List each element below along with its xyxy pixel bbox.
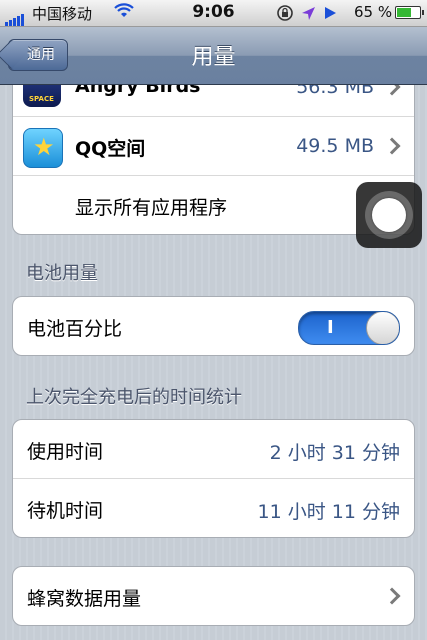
battery-section-header: 电池用量	[26, 263, 98, 284]
assistive-touch-icon	[372, 198, 406, 232]
charge-section-header: 上次完全充电后的时间统计	[26, 387, 242, 408]
usage-time-row: 使用时间 2 小时 31 分钟	[13, 420, 414, 479]
qq-zone-app-icon: ★	[23, 128, 63, 168]
status-bar: 中国移动 9:06 65 %	[0, 0, 427, 27]
angry-birds-app-icon: SPACE	[23, 85, 61, 107]
page-title: 用量	[191, 45, 236, 70]
battery-percentage-label: 电池百分比	[27, 318, 123, 340]
standby-time-row: 待机时间 11 小时 11 分钟	[13, 479, 414, 537]
usage-time-group: 使用时间 2 小时 31 分钟 待机时间 11 小时 11 分钟	[12, 419, 415, 538]
navigation-bar: 通用 用量	[0, 27, 427, 85]
standby-time-label: 待机时间	[27, 500, 104, 522]
cellular-data-usage-row[interactable]: 蜂窝数据用量	[13, 567, 414, 625]
toggle-on-indicator: I	[327, 317, 334, 338]
battery-percent: 65 %	[354, 3, 393, 21]
rotation-lock-icon	[276, 5, 299, 26]
battery-percentage-row: 电池百分比 I	[13, 297, 414, 355]
list-item-app[interactable]: ★ QQ空间 49.5 MB	[13, 117, 414, 176]
assistive-touch-ring	[365, 191, 413, 239]
location-icon	[299, 7, 322, 26]
battery-icon	[395, 6, 424, 19]
chevron-right-icon	[383, 85, 401, 96]
play-icon	[322, 7, 338, 26]
chevron-right-icon	[383, 137, 401, 155]
app-name: QQ空间	[75, 138, 146, 160]
cellular-group: 蜂窝数据用量	[12, 566, 415, 626]
apps-group: SPACE Angry Birds 56.3 MB ★ QQ空间 49.5 MB…	[12, 85, 415, 235]
app-name: Angry Birds	[75, 85, 201, 97]
battery-group: 电池百分比 I	[12, 296, 415, 356]
battery-percentage-toggle[interactable]: I	[298, 311, 400, 345]
toggle-knob[interactable]	[366, 312, 399, 344]
usage-time-value: 2 小时 31 分钟	[269, 442, 400, 464]
show-all-apps-row[interactable]: 显示所有应用程序	[13, 176, 414, 234]
app-size: 56.3 MB	[296, 85, 374, 98]
chevron-right-icon	[383, 587, 401, 605]
assistive-touch-button[interactable]	[356, 182, 422, 248]
list-item-app[interactable]: SPACE Angry Birds 56.3 MB	[13, 85, 414, 117]
standby-time-value: 11 小时 11 分钟	[257, 501, 400, 523]
usage-time-label: 使用时间	[27, 441, 104, 463]
cellular-data-usage-label: 蜂窝数据用量	[27, 588, 142, 610]
settings-list[interactable]: SPACE Angry Birds 56.3 MB ★ QQ空间 49.5 MB…	[0, 85, 427, 640]
show-all-apps-label: 显示所有应用程序	[75, 197, 228, 219]
app-size: 49.5 MB	[296, 135, 374, 157]
